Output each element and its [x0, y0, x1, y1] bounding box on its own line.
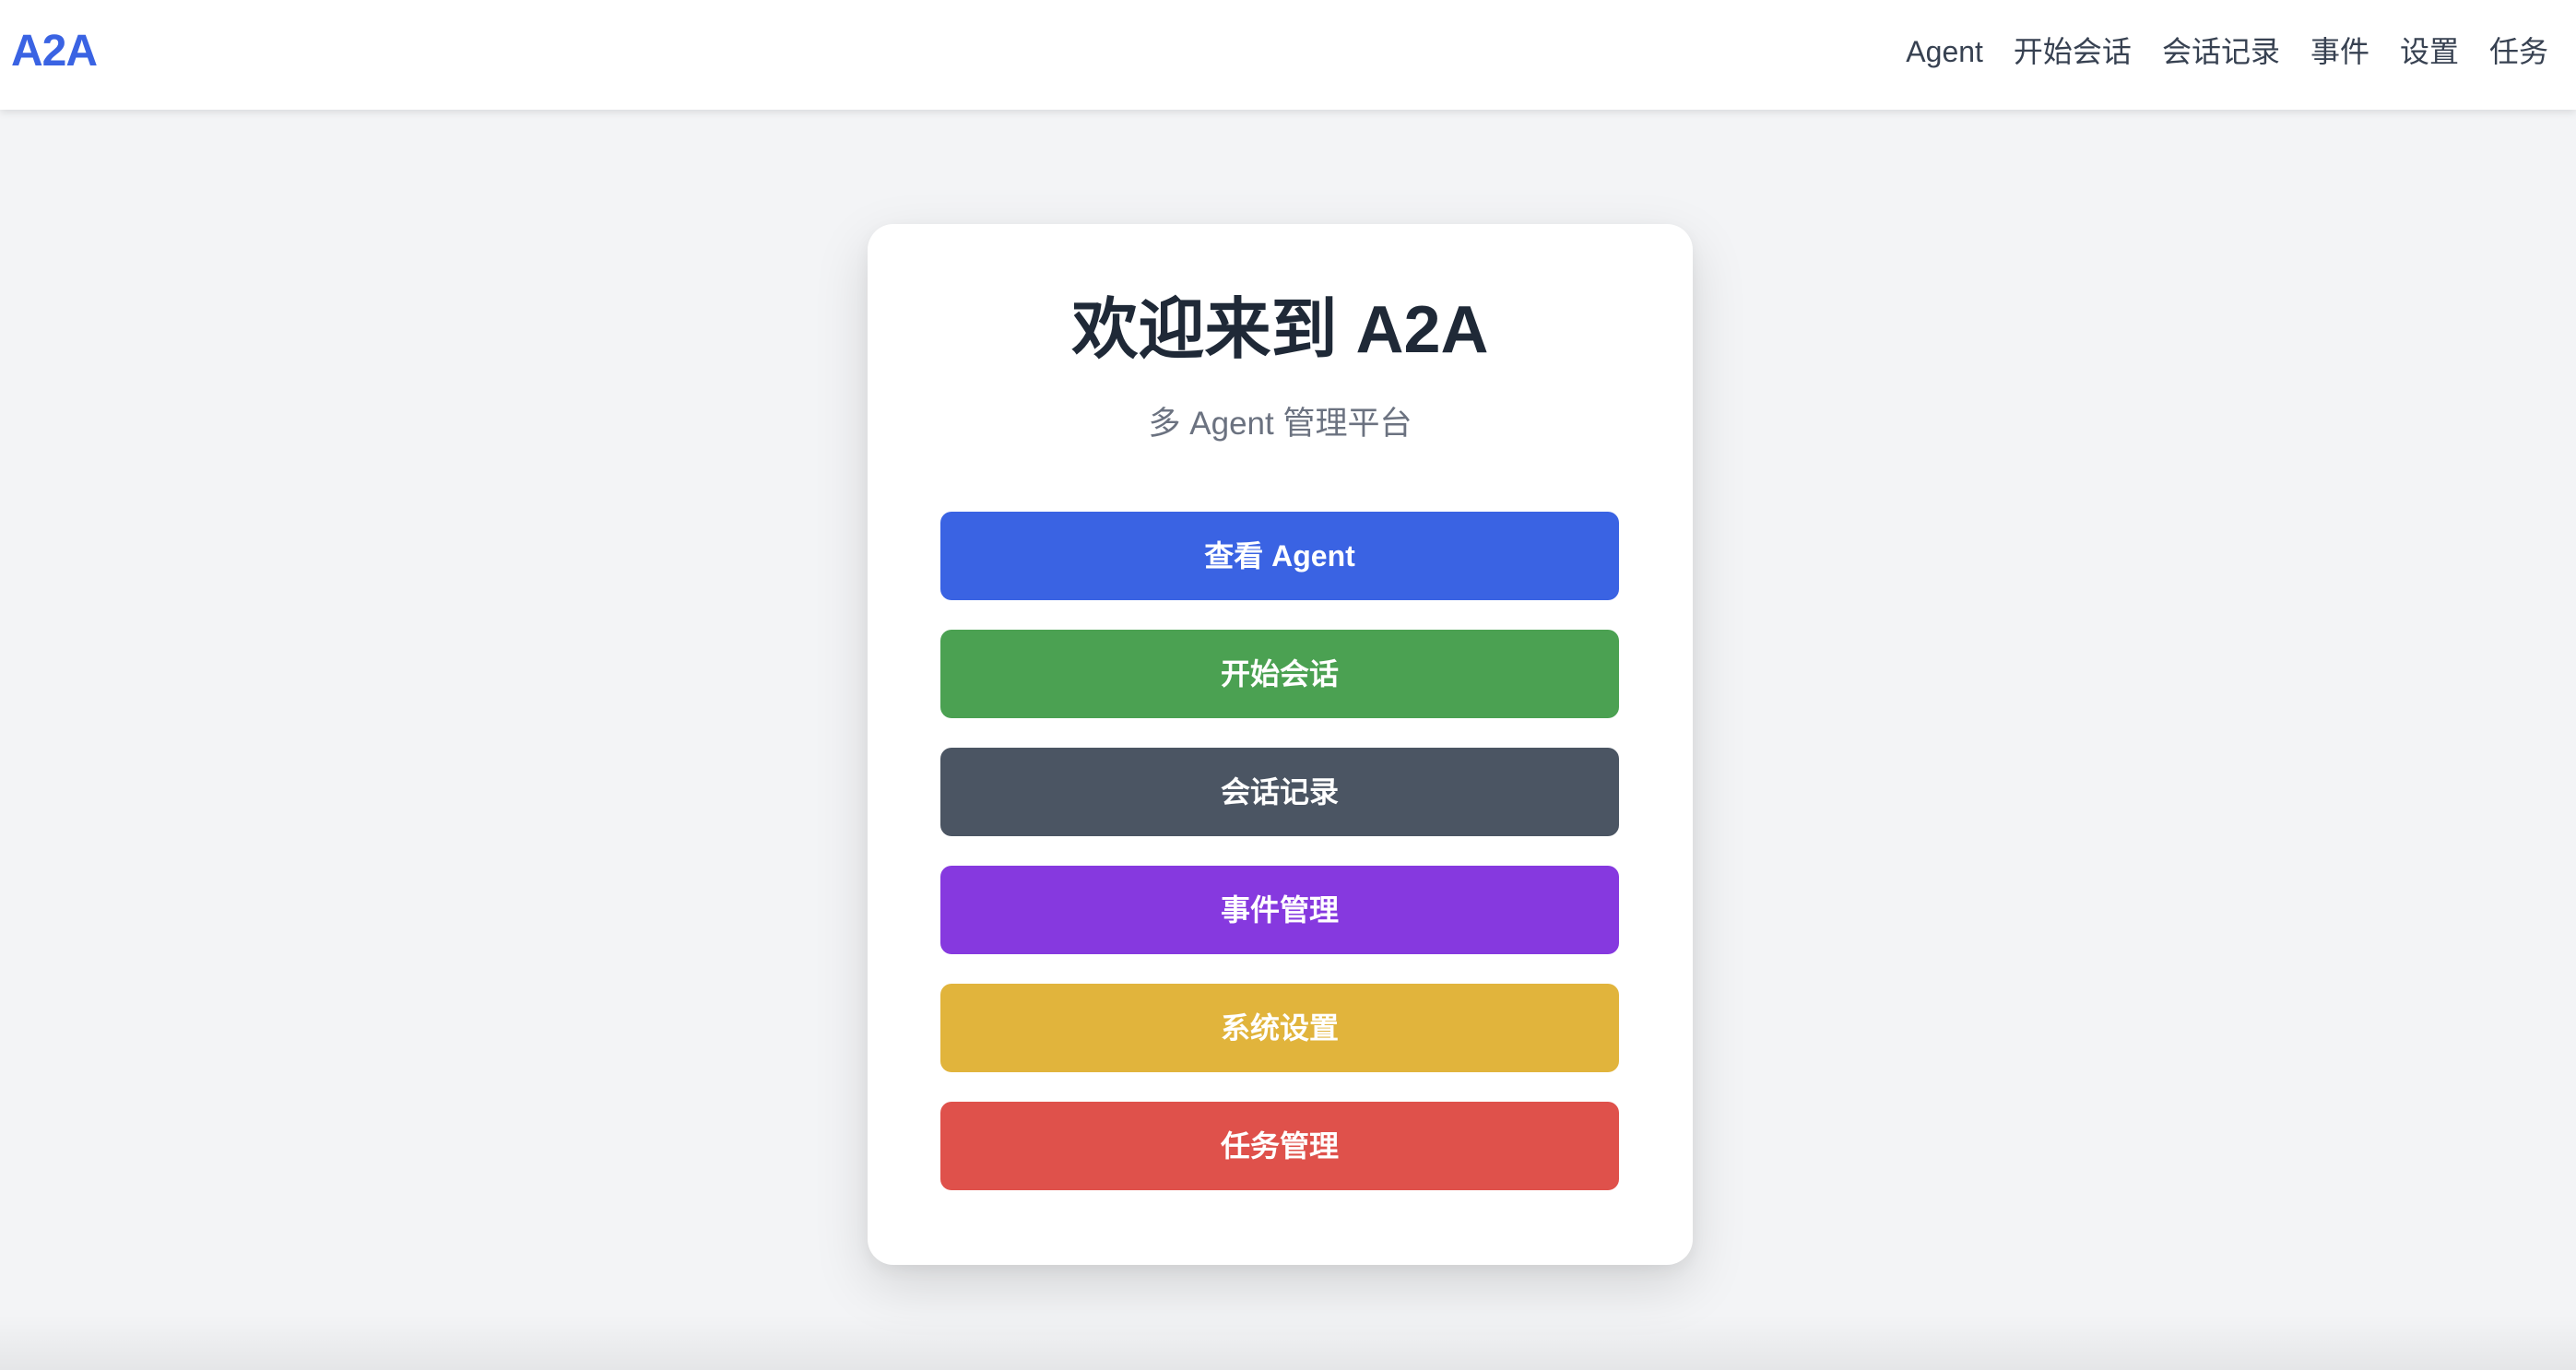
nav-links: Agent 开始会话 会话记录 事件 设置 任务 — [1906, 26, 2548, 77]
system-settings-button[interactable]: 系统设置 — [940, 984, 1619, 1072]
bottom-shadow-fade — [0, 1315, 2576, 1370]
nav-link-settings[interactable]: 设置 — [2400, 26, 2459, 77]
view-agent-button[interactable]: 查看 Agent — [940, 512, 1619, 600]
nav-link-agent[interactable]: Agent — [1906, 26, 1983, 77]
task-management-button[interactable]: 任务管理 — [940, 1102, 1619, 1190]
nav-link-session-history[interactable]: 会话记录 — [2162, 26, 2280, 77]
welcome-card: 欢迎来到 A2A 多 Agent 管理平台 查看 Agent 开始会话 会话记录… — [868, 224, 1693, 1265]
app-logo[interactable]: A2A — [11, 22, 98, 81]
top-navbar: A2A Agent 开始会话 会话记录 事件 设置 任务 — [0, 0, 2576, 110]
nav-link-events[interactable]: 事件 — [2310, 26, 2369, 77]
start-session-button[interactable]: 开始会话 — [940, 630, 1619, 718]
nav-link-start-session[interactable]: 开始会话 — [2014, 26, 2132, 77]
nav-link-tasks[interactable]: 任务 — [2489, 26, 2548, 77]
welcome-title: 欢迎来到 A2A — [1071, 293, 1489, 367]
welcome-subtitle: 多 Agent 管理平台 — [1148, 406, 1412, 442]
event-management-button[interactable]: 事件管理 — [940, 866, 1619, 954]
session-history-button[interactable]: 会话记录 — [940, 748, 1619, 836]
